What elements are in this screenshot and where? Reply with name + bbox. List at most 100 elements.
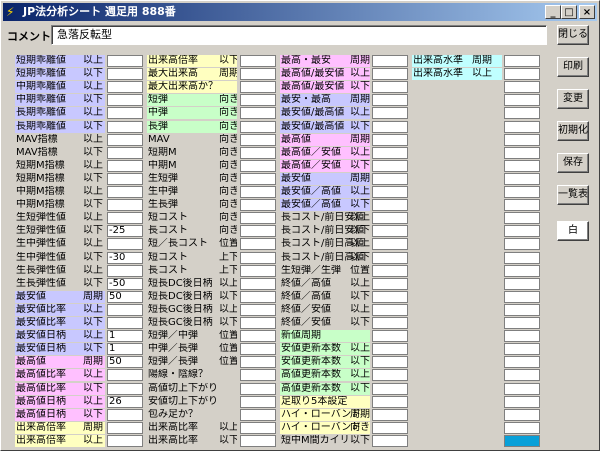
condition-value-input[interactable]: -50 bbox=[107, 278, 143, 290]
condition-value-input[interactable] bbox=[107, 369, 143, 381]
condition-value-input[interactable] bbox=[107, 422, 143, 434]
condition-value-input[interactable] bbox=[372, 199, 408, 211]
condition-value-input[interactable] bbox=[240, 107, 276, 119]
condition-value-input[interactable] bbox=[107, 186, 143, 198]
condition-value-input[interactable] bbox=[372, 160, 408, 172]
condition-value-input[interactable] bbox=[107, 94, 143, 106]
condition-value-input[interactable] bbox=[240, 304, 276, 316]
condition-value-input[interactable] bbox=[107, 160, 143, 172]
condition-value-input[interactable] bbox=[372, 369, 408, 381]
condition-value-input[interactable] bbox=[240, 68, 276, 80]
condition-value-input[interactable] bbox=[504, 212, 540, 224]
condition-value-input[interactable] bbox=[504, 252, 540, 264]
condition-value-input[interactable] bbox=[372, 212, 408, 224]
condition-value-input[interactable] bbox=[240, 134, 276, 146]
condition-value-input[interactable] bbox=[504, 383, 540, 395]
condition-value-input[interactable] bbox=[504, 343, 540, 355]
condition-value-input[interactable] bbox=[240, 291, 276, 303]
initialize-button[interactable]: 初期化 bbox=[557, 121, 589, 141]
condition-value-input[interactable] bbox=[504, 317, 540, 329]
condition-value-input[interactable] bbox=[504, 107, 540, 119]
condition-value-input[interactable] bbox=[107, 265, 143, 277]
condition-value-input[interactable] bbox=[240, 343, 276, 355]
condition-value-input[interactable] bbox=[240, 252, 276, 264]
condition-value-input[interactable] bbox=[240, 317, 276, 329]
condition-value-input[interactable] bbox=[107, 107, 143, 119]
condition-value-input[interactable] bbox=[504, 225, 540, 237]
condition-value-input[interactable] bbox=[240, 225, 276, 237]
condition-value-input[interactable] bbox=[240, 396, 276, 408]
condition-value-input[interactable]: 1 bbox=[107, 330, 143, 342]
condition-value-input[interactable] bbox=[240, 409, 276, 421]
condition-value-input[interactable] bbox=[372, 317, 408, 329]
condition-value-input[interactable]: -25 bbox=[107, 225, 143, 237]
condition-value-input[interactable] bbox=[240, 160, 276, 172]
condition-value-input[interactable] bbox=[107, 409, 143, 421]
condition-value-input[interactable] bbox=[372, 225, 408, 237]
condition-value-input[interactable] bbox=[504, 278, 540, 290]
condition-value-input[interactable] bbox=[504, 121, 540, 133]
condition-value-input[interactable] bbox=[240, 81, 276, 93]
condition-value-input[interactable]: 1 bbox=[107, 343, 143, 355]
condition-value-input[interactable] bbox=[504, 147, 540, 159]
condition-value-input[interactable]: -30 bbox=[107, 252, 143, 264]
condition-value-input[interactable] bbox=[504, 81, 540, 93]
condition-value-input[interactable] bbox=[240, 422, 276, 434]
condition-value-input[interactable]: 50 bbox=[107, 356, 143, 368]
condition-value-input[interactable] bbox=[107, 317, 143, 329]
condition-value-input[interactable] bbox=[372, 409, 408, 421]
condition-value-input[interactable] bbox=[372, 81, 408, 93]
condition-value-input[interactable] bbox=[504, 356, 540, 368]
condition-value-input[interactable] bbox=[107, 81, 143, 93]
condition-value-input[interactable] bbox=[240, 330, 276, 342]
condition-value-input[interactable] bbox=[240, 199, 276, 211]
condition-value-input[interactable] bbox=[372, 55, 408, 67]
minimize-button[interactable]: _ bbox=[545, 5, 561, 19]
save-button[interactable]: 保存 bbox=[557, 153, 589, 173]
condition-value-input[interactable] bbox=[372, 134, 408, 146]
change-button[interactable]: 変更 bbox=[557, 89, 589, 109]
condition-value-input[interactable] bbox=[372, 422, 408, 434]
condition-value-input[interactable] bbox=[240, 173, 276, 185]
condition-value-input[interactable] bbox=[107, 435, 143, 447]
condition-value-input[interactable] bbox=[372, 278, 408, 290]
condition-value-input[interactable] bbox=[504, 369, 540, 381]
print-button[interactable]: 印刷 bbox=[557, 57, 589, 77]
condition-value-input[interactable] bbox=[107, 68, 143, 80]
condition-value-input[interactable] bbox=[504, 55, 540, 67]
condition-value-input[interactable] bbox=[107, 147, 143, 159]
condition-value-input[interactable] bbox=[504, 409, 540, 421]
condition-value-input[interactable]: 26 bbox=[107, 396, 143, 408]
condition-value-input[interactable] bbox=[504, 199, 540, 211]
condition-value-input[interactable] bbox=[372, 304, 408, 316]
condition-value-input[interactable] bbox=[240, 186, 276, 198]
condition-value-input[interactable] bbox=[240, 94, 276, 106]
condition-value-input[interactable] bbox=[107, 121, 143, 133]
condition-value-input[interactable] bbox=[372, 291, 408, 303]
condition-value-input[interactable] bbox=[240, 435, 276, 447]
condition-value-input[interactable] bbox=[372, 265, 408, 277]
condition-value-input[interactable] bbox=[107, 238, 143, 250]
condition-value-input[interactable] bbox=[372, 147, 408, 159]
condition-value-input[interactable] bbox=[504, 94, 540, 106]
condition-value-input[interactable] bbox=[240, 265, 276, 277]
title-bar[interactable]: ⚡ JP法分析シート 週足用 888番 _ □ × bbox=[3, 3, 597, 21]
comment-field[interactable]: 急落反転型 bbox=[51, 25, 547, 45]
condition-value-input[interactable] bbox=[240, 147, 276, 159]
condition-value-input[interactable] bbox=[504, 396, 540, 408]
condition-value-input[interactable] bbox=[240, 369, 276, 381]
condition-value-input[interactable] bbox=[504, 68, 540, 80]
condition-value-input[interactable] bbox=[372, 330, 408, 342]
condition-value-input[interactable] bbox=[372, 383, 408, 395]
close-sheet-button[interactable]: 閉じる bbox=[557, 25, 589, 45]
condition-value-input[interactable] bbox=[504, 238, 540, 250]
condition-value-input[interactable] bbox=[107, 55, 143, 67]
condition-value-input[interactable] bbox=[372, 186, 408, 198]
maximize-button[interactable]: □ bbox=[561, 5, 577, 19]
condition-value-input[interactable] bbox=[504, 435, 540, 447]
close-button[interactable]: × bbox=[579, 5, 595, 19]
condition-value-input[interactable] bbox=[107, 134, 143, 146]
condition-value-input[interactable] bbox=[372, 435, 408, 447]
condition-value-input[interactable]: 50 bbox=[107, 291, 143, 303]
condition-value-input[interactable] bbox=[504, 422, 540, 434]
